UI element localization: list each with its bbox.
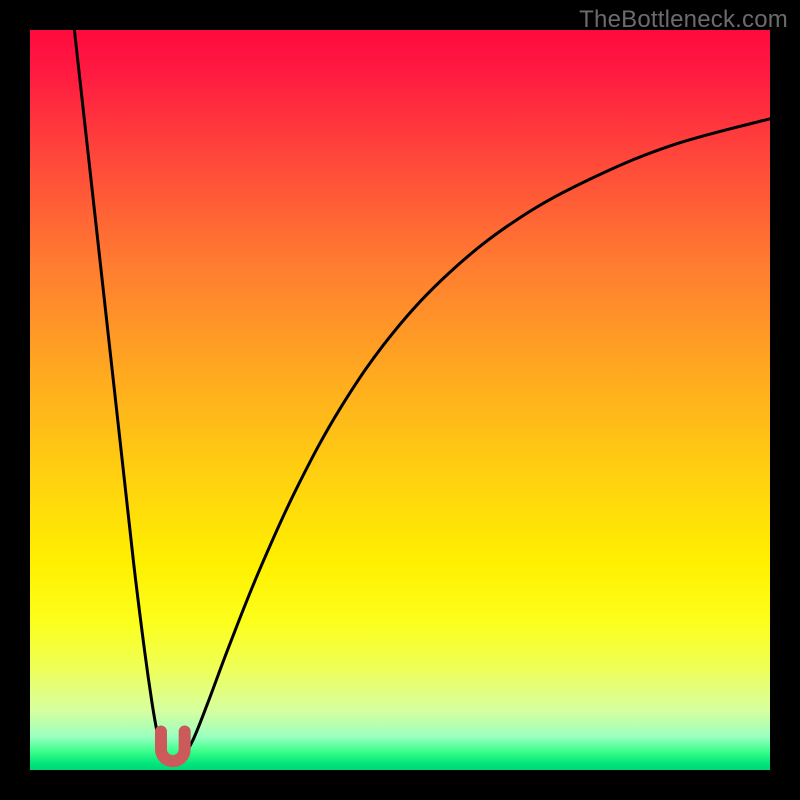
chart-plot-area bbox=[30, 30, 770, 770]
chart-svg bbox=[30, 30, 770, 770]
curve-left-branch bbox=[74, 30, 164, 759]
bottleneck-curve bbox=[74, 30, 770, 759]
marker-u-icon bbox=[161, 732, 185, 762]
curve-right-branch bbox=[182, 119, 770, 759]
optimum-marker bbox=[161, 732, 185, 762]
